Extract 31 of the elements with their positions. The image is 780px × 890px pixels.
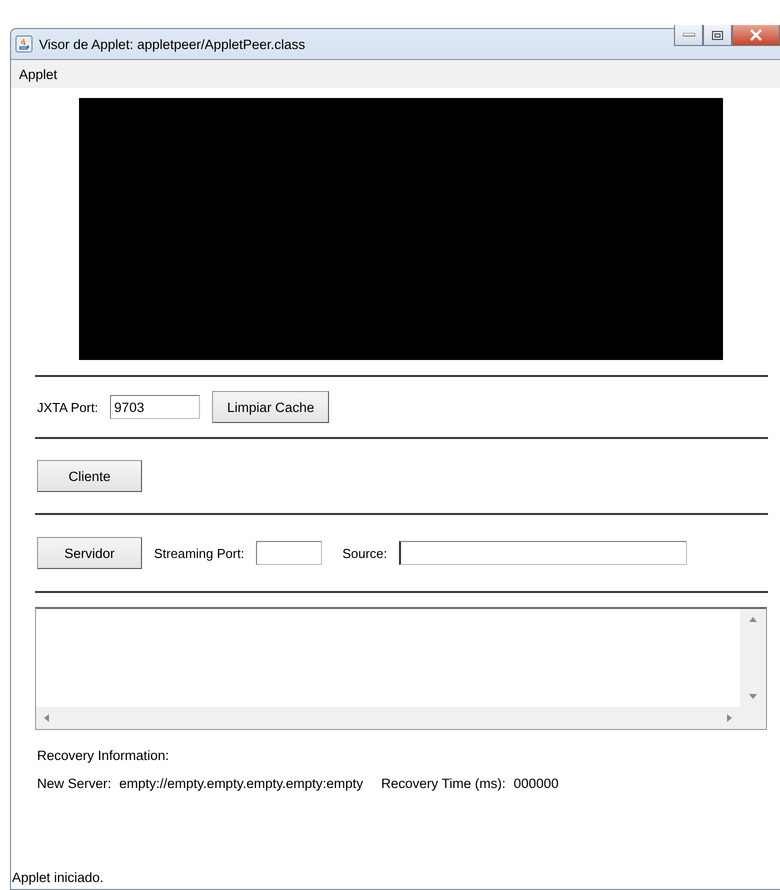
scroll-left-icon[interactable] — [44, 714, 49, 722]
maximize-icon[interactable] — [712, 30, 723, 40]
client-button[interactable]: Cliente — [37, 460, 142, 492]
new-server-label: New Server: — [37, 776, 112, 791]
server-button[interactable]: Servidor — [37, 537, 142, 569]
close-button[interactable] — [732, 25, 780, 46]
recovery-time-value: 000000 — [514, 776, 559, 791]
menu-item[interactable]: Applet — [11, 66, 68, 82]
java-cup-icon — [15, 35, 33, 53]
recovery-title: Recovery Information: — [37, 748, 170, 763]
source-field[interactable] — [399, 541, 688, 565]
minimize-icon[interactable] — [682, 33, 694, 37]
recovery-time-label: Recovery Time (ms): — [381, 776, 506, 791]
streaming-port-label: Streaming Port: — [154, 546, 244, 560]
streaming-port-field[interactable] — [256, 541, 322, 565]
scroll-up-icon[interactable] — [749, 617, 757, 622]
new-server-value: empty://empty.empty.empty.empty:empty — [119, 776, 364, 791]
minimize-button[interactable] — [674, 25, 703, 46]
clear-cache-button[interactable]: Limpiar Cache — [212, 391, 330, 423]
scroll-right-icon[interactable] — [727, 714, 732, 722]
vertical-scrollbar[interactable] — [740, 609, 766, 707]
horizontal-scrollbar[interactable] — [36, 707, 740, 729]
source-label: Source: — [342, 546, 388, 560]
jxta-port-label: JXTA Port: — [37, 400, 98, 414]
log-text-area[interactable] — [35, 607, 767, 730]
window-title: Visor de Applet: appletpeer/AppletPeer.class — [39, 36, 306, 52]
scroll-down-icon[interactable] — [749, 694, 757, 699]
jxta-port-field[interactable]: 9703 — [110, 395, 200, 419]
maximize-button[interactable] — [703, 25, 732, 46]
status-text: Applet iniciado. — [11, 870, 105, 887]
close-icon[interactable] — [749, 29, 763, 41]
